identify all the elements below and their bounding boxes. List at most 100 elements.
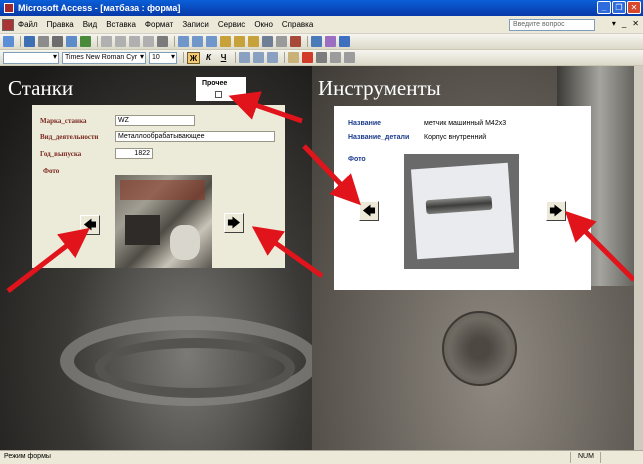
- help-dropdown-icon[interactable]: ▾: [612, 19, 616, 28]
- form-workspace: Станки Инструменты Прочее Марка_станка W…: [0, 66, 643, 450]
- tool-next-button[interactable]: 🡆: [546, 201, 566, 221]
- view-icon[interactable]: [3, 36, 14, 47]
- vertical-scrollbar[interactable]: [634, 66, 643, 450]
- close-button[interactable]: ✕: [627, 1, 641, 14]
- align-center-icon[interactable]: [253, 52, 264, 63]
- other-label: Прочее: [202, 80, 228, 87]
- print-preview-icon[interactable]: [66, 36, 77, 47]
- toolbar-separator: [183, 52, 184, 63]
- access-app-icon[interactable]: [4, 3, 14, 13]
- undo-icon[interactable]: [157, 36, 168, 47]
- activity-type-field[interactable]: Металлообрабатывающее: [115, 131, 275, 142]
- font-size-combo[interactable]: 10: [149, 51, 177, 64]
- doc-minimize-button[interactable]: _: [622, 19, 626, 28]
- other-checkbox[interactable]: [215, 91, 222, 98]
- activity-type-label: Вид_деятельности: [40, 133, 99, 141]
- print-icon[interactable]: [52, 36, 63, 47]
- minimize-button[interactable]: _: [597, 1, 611, 14]
- release-year-label: Год_выпуска: [40, 150, 82, 158]
- tools-form: Название метчик машинный М42х3 Название_…: [334, 106, 591, 290]
- align-left-icon[interactable]: [239, 52, 250, 63]
- object-combo[interactable]: [3, 51, 59, 64]
- part-name-label: Название_детали: [348, 134, 410, 141]
- form-control-icon[interactable]: [2, 18, 14, 31]
- format-painter-icon[interactable]: [143, 36, 154, 47]
- menu-format[interactable]: Формат: [145, 20, 173, 29]
- toolbar-separator: [20, 36, 21, 47]
- machine-prev-button[interactable]: 🡄: [80, 215, 100, 235]
- machine-next-button[interactable]: 🡆: [224, 213, 244, 233]
- menu-file[interactable]: Файл: [18, 20, 38, 29]
- tool-name-label: Название: [348, 120, 382, 127]
- tools-heading: Инструменты: [318, 76, 441, 100]
- special-effect-icon[interactable]: [344, 52, 355, 63]
- line-width-icon[interactable]: [330, 52, 341, 63]
- apply-filter-icon[interactable]: [248, 36, 259, 47]
- menu-tools[interactable]: Сервис: [218, 20, 245, 29]
- insert-hyperlink-icon[interactable]: [178, 36, 189, 47]
- toolbar-separator: [284, 52, 285, 63]
- machine-brand-label: Марка_станка: [40, 117, 87, 125]
- other-panel: Прочее: [196, 77, 246, 101]
- doc-close-button[interactable]: ✕: [632, 19, 639, 28]
- menu-view[interactable]: Вид: [83, 20, 97, 29]
- save-icon[interactable]: [24, 36, 35, 47]
- cut-icon[interactable]: [101, 36, 112, 47]
- photo-detail: [120, 180, 205, 200]
- tool-prev-button[interactable]: 🡄: [359, 201, 379, 221]
- toolbar-separator: [97, 36, 98, 47]
- window-title: Microsoft Access - [матбаза : форма]: [18, 3, 181, 13]
- title-bar: Microsoft Access - [матбаза : форма] _ ❐…: [0, 0, 643, 16]
- machine-photo-label: Фото: [43, 167, 60, 175]
- align-right-icon[interactable]: [267, 52, 278, 63]
- filter-by-selection-icon[interactable]: [220, 36, 231, 47]
- machine-brand-field[interactable]: WZ: [115, 115, 195, 126]
- database-window-icon[interactable]: [311, 36, 322, 47]
- toolbar-separator: [174, 36, 175, 47]
- search-file-icon[interactable]: [38, 36, 49, 47]
- bold-button[interactable]: Ж: [187, 51, 200, 64]
- tool-photo-label: Фото: [348, 156, 366, 163]
- menu-edit[interactable]: Правка: [47, 20, 74, 29]
- spelling-icon[interactable]: [80, 36, 91, 47]
- italic-button[interactable]: К: [202, 52, 215, 64]
- line-color-icon[interactable]: [316, 52, 327, 63]
- menu-insert[interactable]: Вставка: [106, 20, 136, 29]
- photo-detail: [170, 225, 200, 260]
- formatting-toolbar: Times New Roman Cyr 10 Ж К Ч: [0, 50, 643, 66]
- status-mode: Режим формы: [4, 453, 51, 460]
- font-color-icon[interactable]: [302, 52, 313, 63]
- paste-icon[interactable]: [129, 36, 140, 47]
- help-question-input[interactable]: Введите вопрос: [509, 19, 595, 31]
- help-icon[interactable]: [339, 36, 350, 47]
- machine-photo: [115, 175, 212, 268]
- menu-bar: Файл Правка Вид Вставка Формат Записи Се…: [0, 16, 643, 34]
- restore-button[interactable]: ❐: [612, 1, 626, 14]
- toolbar-separator: [235, 52, 236, 63]
- photo-detail: [125, 215, 160, 245]
- tool-photo: [404, 154, 519, 269]
- tool-name-value[interactable]: метчик машинный М42х3: [424, 120, 506, 127]
- toolbar-separator: [307, 36, 308, 47]
- sort-ascending-icon[interactable]: [192, 36, 203, 47]
- status-divider: [570, 452, 571, 463]
- filter-by-form-icon[interactable]: [234, 36, 245, 47]
- release-year-field[interactable]: 1822: [115, 148, 153, 159]
- sort-descending-icon[interactable]: [206, 36, 217, 47]
- menu-window[interactable]: Окно: [254, 20, 273, 29]
- status-divider: [600, 452, 601, 463]
- new-object-icon[interactable]: [325, 36, 336, 47]
- part-name-value[interactable]: Корпус внутренний: [424, 134, 486, 141]
- copy-icon[interactable]: [115, 36, 126, 47]
- form-view-toolbar: [0, 34, 643, 50]
- background-decoration: [95, 338, 295, 398]
- font-name-combo[interactable]: Times New Roman Cyr: [62, 51, 146, 64]
- underline-button[interactable]: Ч: [217, 52, 230, 64]
- status-bar: Режим формы NUM: [0, 450, 643, 464]
- menu-records[interactable]: Записи: [182, 20, 209, 29]
- find-icon[interactable]: [262, 36, 273, 47]
- new-record-icon[interactable]: [276, 36, 287, 47]
- menu-help[interactable]: Справка: [282, 20, 313, 29]
- fill-color-icon[interactable]: [288, 52, 299, 63]
- delete-record-icon[interactable]: [290, 36, 301, 47]
